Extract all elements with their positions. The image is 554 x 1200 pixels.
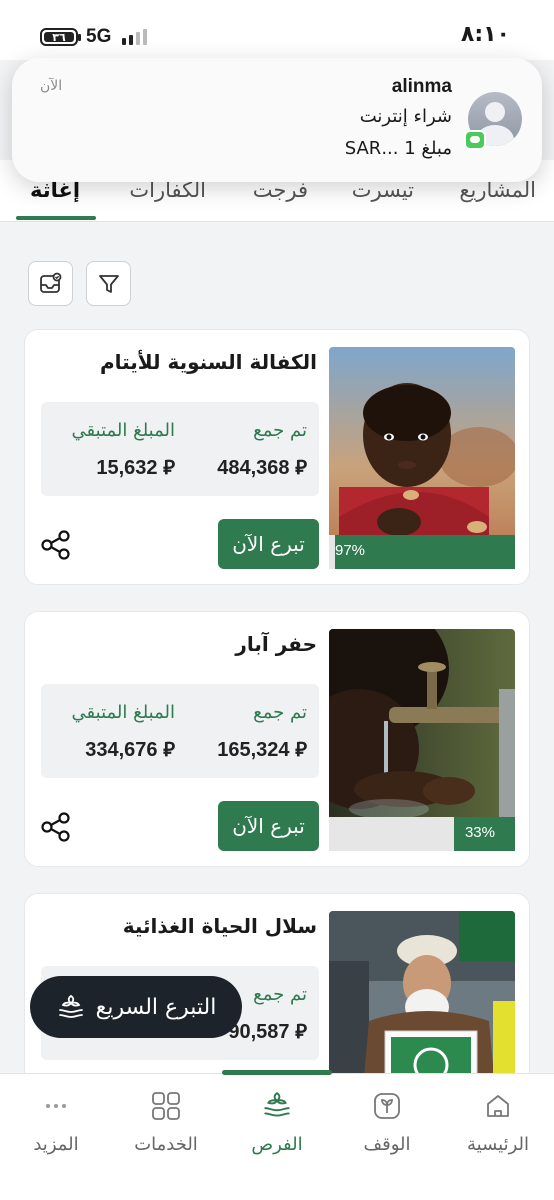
status-time: ٨:١٠ [460, 22, 510, 47]
progress-percent: 33% [464, 824, 495, 841]
nav-label: الرئيسية [467, 1134, 529, 1155]
nav-home[interactable]: الرئيسية [448, 1088, 548, 1155]
network-type: 5G [86, 26, 112, 47]
battery-level: ٣٦ [44, 31, 74, 44]
notification-line1: شراء إنترنت [359, 106, 452, 127]
nav-waqf[interactable]: الوقف [337, 1088, 437, 1155]
card-title: الكفالة السنوية للأيتام [99, 350, 317, 374]
opportunities-icon [264, 1092, 290, 1117]
nav-label: الخدمات [134, 1134, 198, 1155]
share-icon[interactable] [39, 528, 73, 562]
share-icon[interactable] [39, 810, 73, 844]
card-title: حفر آبار [235, 632, 317, 656]
hand-plant-icon [58, 994, 83, 1018]
nav-more[interactable]: المزيد [6, 1088, 106, 1155]
funding-progress-bar: 97% [329, 535, 515, 569]
project-card[interactable]: الكفالة السنوية للأيتام تم جمع المبلغ ال… [24, 329, 530, 585]
services-grid-icon [152, 1092, 180, 1120]
collected-value: 90,587 ⃁ [228, 1021, 307, 1043]
battery-icon: ٣٦ [40, 28, 81, 46]
project-card[interactable]: حفر آبار تم جمع المبلغ المتبقي 165,324 ⃁… [24, 611, 530, 867]
collected-label: تم جمع [253, 984, 307, 1005]
nav-services[interactable]: الخدمات [116, 1088, 216, 1155]
remaining-label: المبلغ المتبقي [71, 702, 175, 723]
collected-label: تم جمع [253, 702, 307, 723]
nav-label: الوقف [363, 1134, 411, 1155]
signal-icon [122, 29, 147, 45]
project-image [329, 911, 515, 1092]
status-bar: ٣٦ 5G ٨:١٠ [0, 0, 554, 60]
nav-label: الفرص [251, 1134, 303, 1155]
notification-line2: مبلغ 1 ...SAR [344, 138, 452, 159]
notification-title: alinma [391, 76, 452, 97]
quick-donate-button[interactable]: التبرع السريع [30, 976, 242, 1038]
collected-label: تم جمع [253, 420, 307, 441]
collected-value: 484,368 ⃁ [217, 457, 307, 479]
remaining-value: 15,632 ⃁ [96, 457, 175, 479]
progress-percent: 97% [335, 542, 366, 559]
collected-value: 165,324 ⃁ [217, 739, 307, 761]
nav-label: المزيد [33, 1134, 79, 1155]
filter-button[interactable] [86, 261, 131, 306]
remaining-label: المبلغ المتبقي [71, 420, 175, 441]
funding-stats: تم جمع المبلغ المتبقي 165,324 ⃁ 334,676 … [41, 684, 319, 778]
quick-donate-label: التبرع السريع [95, 994, 217, 1020]
saved-button[interactable] [28, 261, 73, 306]
message-app-icon [464, 130, 486, 150]
funding-stats: تم جمع المبلغ المتبقي 484,368 ⃁ 15,632 ⃁ [41, 402, 319, 496]
notification-time: الآن [40, 78, 63, 94]
bottom-nav: الرئيسية الوقف الفرص الخدمات المزيد [0, 1070, 554, 1200]
donate-now-button[interactable]: تبرع الآن [218, 801, 319, 851]
waqf-icon [374, 1093, 400, 1119]
home-icon [487, 1095, 509, 1117]
saved-box-icon [39, 272, 61, 293]
card-title: سلال الحياة الغذائية [122, 914, 317, 938]
funding-progress-bar: 33% [329, 817, 515, 851]
active-nav-indicator [222, 1070, 332, 1075]
more-dots-icon [46, 1104, 66, 1108]
notification-banner[interactable]: alinma شراء إنترنت مبلغ 1 ...SAR الآن [12, 58, 542, 182]
active-tab-indicator [16, 216, 96, 220]
nav-opportunities[interactable]: الفرص [227, 1088, 327, 1155]
donate-now-button[interactable]: تبرع الآن [218, 519, 319, 569]
filter-icon [98, 274, 119, 293]
remaining-value: 334,676 ⃁ [85, 739, 175, 761]
